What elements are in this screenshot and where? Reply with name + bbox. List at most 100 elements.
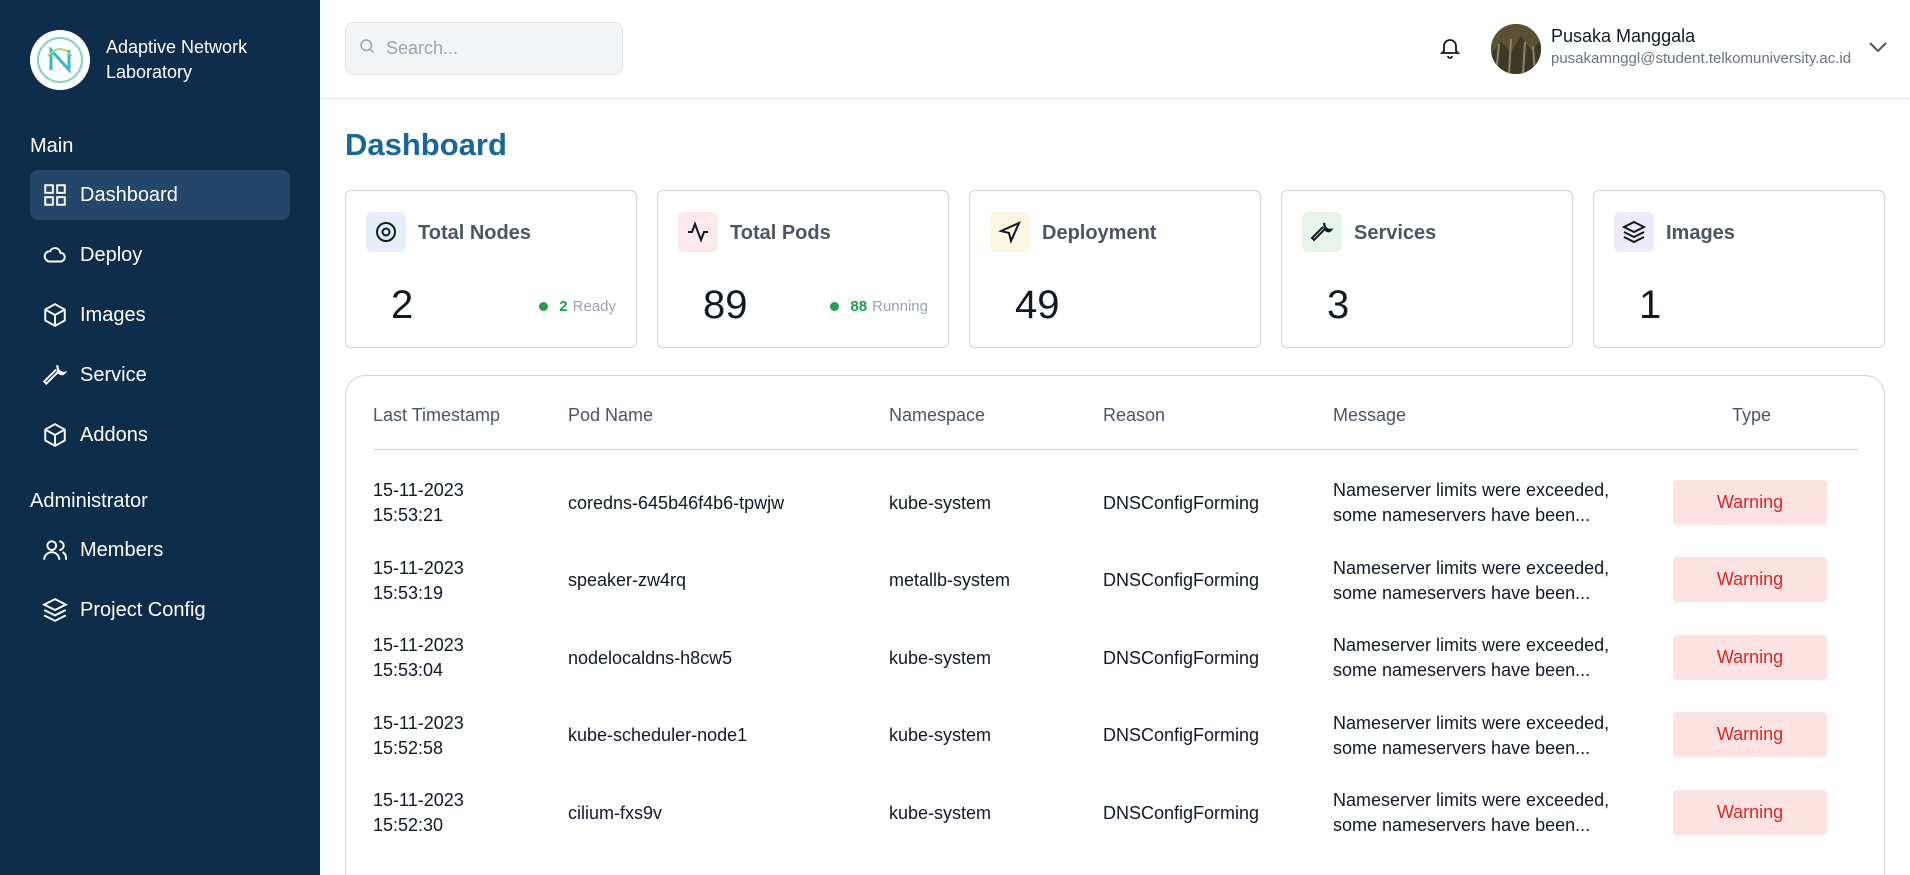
status-text: Ready xyxy=(572,298,616,315)
search-box[interactable] xyxy=(345,22,623,75)
section-label-administrator: Administrator xyxy=(30,490,148,512)
timestamp-date: 15-11-2023 xyxy=(373,713,464,733)
wrench-icon xyxy=(40,360,70,390)
namespace-cell: kube-system xyxy=(889,493,992,513)
activity-icon xyxy=(678,212,718,252)
card-label: Total Nodes xyxy=(418,222,531,244)
sidebar: Adaptive Network Laboratory Main Dashboa… xyxy=(0,0,320,875)
timestamp-time: 15:53:19 xyxy=(373,583,444,603)
timestamp-cell: 15-11-2023 15:52:30 xyxy=(373,788,464,838)
wrench-icon xyxy=(1302,212,1342,252)
layers-icon xyxy=(1614,212,1654,252)
card-value: 3 xyxy=(1327,283,1350,327)
brand[interactable]: Adaptive Network Laboratory xyxy=(30,30,266,90)
notification-bell-icon[interactable] xyxy=(1435,32,1465,62)
sidebar-item-label: Members xyxy=(80,538,164,561)
timestamp-time: 15:53:21 xyxy=(373,505,444,525)
type-badge-warning: Warning xyxy=(1673,557,1827,602)
message-line: Nameserver limits were exceeded, xyxy=(1333,558,1610,578)
message-line: Nameserver limits were exceeded, xyxy=(1333,713,1610,733)
sidebar-item-images[interactable]: Images xyxy=(30,290,290,340)
brand-name: Adaptive Network Laboratory xyxy=(106,37,248,82)
message-line: some nameservers have been... xyxy=(1333,505,1591,525)
column-header-type[interactable]: Type xyxy=(1732,405,1771,426)
timestamp-date: 15-11-2023 xyxy=(373,558,464,578)
stat-card-services[interactable]: Services 3 xyxy=(1281,190,1573,348)
timestamp-time: 15:52:58 xyxy=(373,738,444,758)
type-badge-warning: Warning xyxy=(1673,480,1827,525)
column-header-namespace[interactable]: Namespace xyxy=(889,405,985,426)
message-line: some nameservers have been... xyxy=(1333,815,1591,835)
sidebar-item-addons[interactable]: Addons xyxy=(30,410,290,460)
message-cell: Nameserver limits were exceeded, some na… xyxy=(1333,556,1633,606)
pod-name-cell[interactable]: nodelocaldns-h8cw5 xyxy=(568,646,732,671)
target-icon xyxy=(366,212,406,252)
stat-card-total-pods[interactable]: Total Pods 89 88 Running xyxy=(657,190,949,348)
sidebar-item-label: Dashboard xyxy=(80,183,178,206)
pod-name-cell[interactable]: kube-scheduler-node1 xyxy=(568,723,747,748)
message-cell: Nameserver limits were exceeded, some na… xyxy=(1333,711,1633,761)
search-icon xyxy=(358,37,376,60)
card-value: 1 xyxy=(1639,283,1662,327)
timestamp-date: 15-11-2023 xyxy=(373,480,464,500)
search-input[interactable] xyxy=(386,38,606,59)
column-header-pod-name[interactable]: Pod Name xyxy=(568,405,653,426)
message-line: Nameserver limits were exceeded, xyxy=(1333,635,1610,655)
timestamp-cell: 15-11-2023 15:53:04 xyxy=(373,633,464,683)
stat-card-deployment[interactable]: Deployment 49 xyxy=(969,190,1261,348)
sidebar-item-label: Images xyxy=(80,303,146,326)
card-value: 2 xyxy=(391,283,414,327)
box-icon xyxy=(40,300,70,330)
timestamp-cell: 15-11-2023 15:52:58 xyxy=(373,711,464,761)
avatar[interactable] xyxy=(1491,24,1541,74)
users-icon xyxy=(40,535,70,565)
namespace-cell: metallb-system xyxy=(889,570,1011,590)
sidebar-item-label: Deploy xyxy=(80,243,143,266)
timestamp-cell: 15-11-2023 15:53:19 xyxy=(373,556,464,606)
user-name: Pusaka Manggala xyxy=(1551,26,1696,46)
column-header-reason[interactable]: Reason xyxy=(1103,405,1165,426)
card-value: 89 xyxy=(703,283,748,327)
top-header: Pusaka Manggala pusakamnggl@student.telk… xyxy=(320,0,1910,99)
status-dot xyxy=(830,302,840,311)
sidebar-item-service[interactable]: Service xyxy=(30,350,290,400)
user-email: pusakamnggl@student.telkomuniversity.ac.… xyxy=(1551,50,1852,67)
message-line: some nameservers have been... xyxy=(1333,660,1591,680)
pod-name-cell[interactable]: cilium-fxs9v xyxy=(568,801,662,826)
card-value: 49 xyxy=(1015,283,1060,327)
stat-card-images[interactable]: Images 1 xyxy=(1593,190,1885,348)
timestamp-time: 15:53:04 xyxy=(373,660,444,680)
pod-name-cell[interactable]: speaker-zw4rq xyxy=(568,568,686,593)
sidebar-item-deploy[interactable]: Deploy xyxy=(30,230,290,280)
message-line: some nameservers have been... xyxy=(1333,583,1591,603)
status-count: 88 xyxy=(850,298,868,315)
status-indicator: 88 Running xyxy=(830,298,928,315)
chevron-down-icon[interactable] xyxy=(1867,36,1889,58)
message-cell: Nameserver limits were exceeded, some na… xyxy=(1333,633,1633,683)
sidebar-item-dashboard[interactable]: Dashboard xyxy=(30,170,290,220)
header-divider xyxy=(373,449,1859,450)
sidebar-item-label: Service xyxy=(80,363,147,386)
status-count: 2 xyxy=(559,298,568,315)
pod-name-cell[interactable]: coredns-645b46f4b6-tpwjw xyxy=(568,491,784,516)
sidebar-item-members[interactable]: Members xyxy=(30,525,290,575)
timestamp-time: 15:52:30 xyxy=(373,815,444,835)
namespace-cell: kube-system xyxy=(889,803,992,823)
column-header-message[interactable]: Message xyxy=(1333,405,1406,426)
reason-cell: DNSConfigForming xyxy=(1103,725,1260,745)
type-badge-warning: Warning xyxy=(1673,790,1827,835)
logo-icon xyxy=(30,30,90,90)
namespace-cell: kube-system xyxy=(889,648,992,668)
status-indicator: 2 Ready xyxy=(539,298,616,315)
sidebar-item-project-config[interactable]: Project Config xyxy=(30,585,290,635)
status-text: Running xyxy=(872,298,928,315)
reason-cell: DNSConfigForming xyxy=(1103,570,1260,590)
status-dot xyxy=(539,302,549,311)
message-line: Nameserver limits were exceeded, xyxy=(1333,790,1610,810)
sidebar-item-label: Addons xyxy=(80,423,148,446)
column-header-timestamp[interactable]: Last Timestamp xyxy=(373,405,500,426)
section-label-main: Main xyxy=(30,135,74,157)
events-table xyxy=(345,375,1885,875)
stat-card-total-nodes[interactable]: Total Nodes 2 2 Ready xyxy=(345,190,637,348)
card-label: Services xyxy=(1354,222,1437,244)
